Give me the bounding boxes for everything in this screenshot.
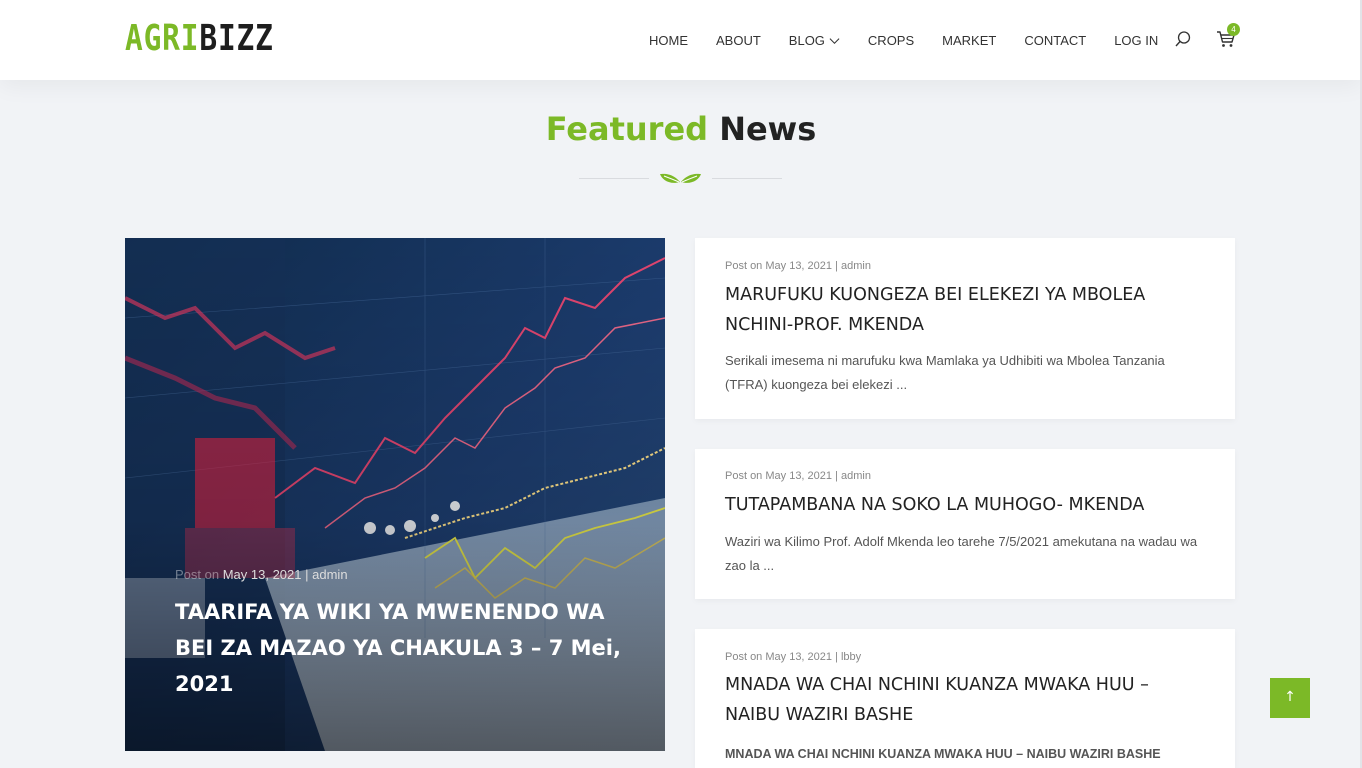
hero-post-date[interactable]: May 13, 2021 bbox=[223, 567, 302, 582]
title-divider-right bbox=[712, 178, 782, 179]
hero-post-title[interactable]: TAARIFA YA WIKI YA MWENENDO WA BEI ZA MA… bbox=[175, 594, 625, 702]
post-title[interactable]: MARUFUKU KUONGEZA BEI ELEKEZI YA MBOLEA … bbox=[725, 280, 1205, 340]
post-excerpt: MNADA WA CHAI NCHINI KUANZA MWAKA HUU – … bbox=[725, 747, 1161, 761]
arrow-up-icon: ↑ bbox=[1284, 689, 1296, 705]
news-card[interactable]: Post on May 13, 2021 | lbby MNADA WA CHA… bbox=[695, 629, 1235, 768]
leaf-icon bbox=[660, 173, 701, 183]
section-title-news: News bbox=[719, 110, 817, 148]
cart-count-badge: 4 bbox=[1227, 23, 1240, 36]
post-excerpt: Waziri wa Kilimo Prof. Adolf Mkenda leo … bbox=[725, 534, 1198, 573]
post-title[interactable]: MNADA WA CHAI NCHINI KUANZA MWAKA HUU – … bbox=[725, 670, 1205, 730]
news-card[interactable]: Post on May 13, 2021 | admin MARUFUKU KU… bbox=[695, 238, 1235, 419]
news-card[interactable]: Post on May 13, 2021 | admin TUTAPAMBANA… bbox=[695, 449, 1235, 599]
site-logo[interactable]: AGRIBIZZ bbox=[125, 21, 274, 57]
main-nav: HOME ABOUT BLOG CROPS MARKET CONTACT LOG… bbox=[649, 32, 1186, 48]
logo-part-bizz: BIZZ bbox=[199, 18, 274, 59]
nav-login[interactable]: LOG IN bbox=[1114, 32, 1158, 48]
post-excerpt: Serikali imesema ni marufuku kwa Mamlaka… bbox=[725, 353, 1165, 392]
post-meta: Post on May 13, 2021 | lbby bbox=[725, 651, 862, 663]
nav-market[interactable]: MARKET bbox=[942, 32, 996, 48]
hero-meta-prefix: Post on bbox=[175, 567, 220, 582]
nav-about[interactable]: ABOUT bbox=[716, 32, 761, 48]
post-title[interactable]: TUTAPAMBANA NA SOKO LA MUHOGO- MKENDA bbox=[725, 490, 1205, 520]
post-meta: Post on May 13, 2021 | admin bbox=[725, 470, 871, 482]
nav-blog[interactable]: BLOG bbox=[789, 32, 840, 48]
nav-home[interactable]: HOME bbox=[649, 32, 688, 48]
hero-meta-separator: | bbox=[305, 567, 309, 582]
hero-post-meta: Post on May 13, 2021 | admin bbox=[175, 567, 348, 582]
section-title: Featured News bbox=[0, 110, 1362, 148]
hero-post-author[interactable]: admin bbox=[312, 567, 347, 582]
title-divider-left bbox=[579, 178, 649, 179]
site-header: AGRIBIZZ HOME ABOUT BLOG CROPS MARKET CO… bbox=[0, 0, 1362, 80]
chevron-down-icon bbox=[829, 37, 840, 44]
back-to-top-button[interactable]: ↑ bbox=[1270, 678, 1310, 718]
nav-contact[interactable]: CONTACT bbox=[1024, 32, 1086, 48]
logo-part-agri: AGRI bbox=[125, 18, 200, 59]
search-icon[interactable] bbox=[1174, 30, 1192, 48]
section-title-featured: Featured bbox=[545, 110, 709, 148]
nav-blog-label: BLOG bbox=[788, 32, 825, 48]
nav-crops[interactable]: CROPS bbox=[868, 32, 914, 48]
post-meta: Post on May 13, 2021 | admin bbox=[725, 260, 871, 272]
